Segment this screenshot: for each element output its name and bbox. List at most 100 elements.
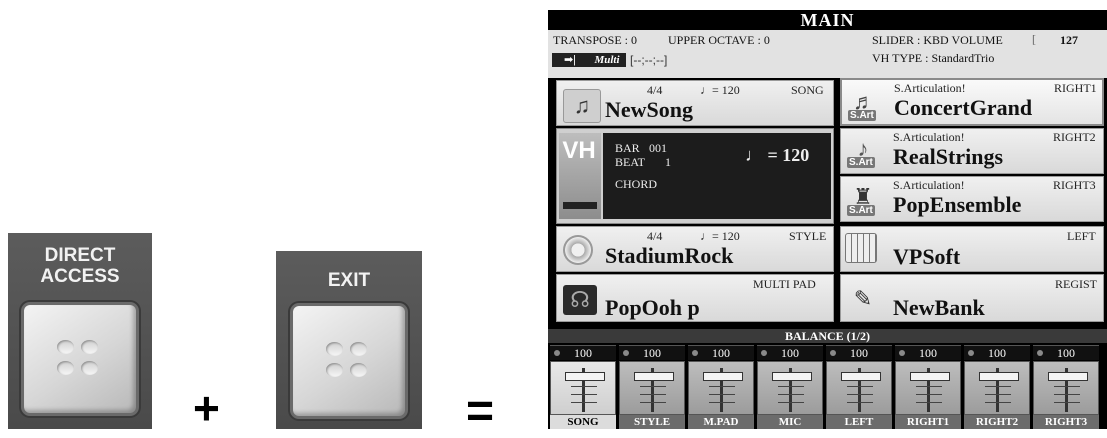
balance-label: RIGHT1 [895, 415, 961, 429]
balance-value: 100 [688, 345, 754, 360]
fader-knob[interactable] [841, 372, 881, 381]
balance-strip-song[interactable]: 100 SONG [550, 345, 618, 429]
fader-knob[interactable] [634, 372, 674, 381]
voice-name: RealStrings [893, 144, 1003, 169]
bar-value: 001 [649, 141, 667, 155]
balance-label: MIC [757, 415, 823, 429]
vh-level-bar [563, 202, 597, 209]
voice-panel-right3[interactable]: ♜ S.Art S.Articulation! RIGHT3 PopEnsemb… [840, 176, 1104, 222]
fader-knob[interactable] [565, 372, 605, 381]
exit-button[interactable] [293, 306, 405, 416]
direct-access-panel: DIRECT ACCESS [8, 233, 152, 429]
direct-access-button[interactable] [24, 305, 136, 413]
fader-knob[interactable] [1048, 372, 1088, 381]
balance-fader[interactable] [757, 361, 823, 415]
vocal-harmony-icon[interactable]: VH [559, 133, 601, 219]
fader-knob[interactable] [703, 372, 743, 381]
voice-part: RIGHT3 [1053, 178, 1096, 192]
button-dot-icon [326, 363, 343, 377]
balance-value: 100 [895, 345, 961, 360]
slider-divider: [ [1032, 32, 1036, 46]
balance-fader[interactable] [826, 361, 892, 415]
transpose-readout: TRANSPOSE : 0 [553, 33, 638, 47]
balance-strip-right1[interactable]: 100 RIGHT1 [895, 345, 963, 429]
balance-value: 100 [1033, 345, 1099, 360]
song-position-panel: VH BAR 001 BEAT 1 ♩ = 120 CHORD [556, 128, 834, 224]
song-position-display: BAR 001 BEAT 1 ♩ = 120 CHORD [603, 133, 831, 219]
beat-label: BEAT [615, 155, 645, 169]
button-dot-icon [350, 363, 367, 377]
slider-readout: SLIDER : KBD VOLUME [872, 33, 1003, 47]
voice-part: LEFT [1067, 229, 1096, 243]
equals-sign: = [466, 385, 495, 438]
button-dot-icon [350, 342, 367, 356]
style-panel[interactable]: 4/4 ♩= 120 STYLE StadiumRock [556, 226, 834, 272]
style-tag: STYLE [789, 229, 827, 243]
multi-arrow-icon: ➡| [552, 53, 588, 67]
led-icon [899, 350, 905, 356]
balance-value: 100 [619, 345, 685, 360]
balance-strip-left[interactable]: 100 LEFT [826, 345, 894, 429]
exit-panel: EXIT [276, 251, 422, 429]
position-tempo: ♩ = 120 [745, 145, 810, 165]
chord-label: CHORD [615, 177, 658, 191]
multipad-tag: MULTI PAD [753, 277, 816, 291]
registration-bank-icon: ✎ [853, 286, 873, 311]
song-tempo: ♩= 120 [700, 83, 740, 97]
led-icon [830, 350, 836, 356]
voice-articulation: S.Articulation! [893, 178, 965, 192]
led-icon [1037, 350, 1043, 356]
fader-knob[interactable] [772, 372, 812, 381]
voice-part: RIGHT1 [1054, 81, 1097, 95]
vh-type-readout: VH TYPE : StandardTrio [872, 51, 995, 65]
button-dot-icon [326, 342, 343, 356]
balance-strip-right3[interactable]: 100 RIGHT3 [1033, 345, 1101, 429]
voice-name: ConcertGrand [894, 95, 1033, 120]
balance-fader[interactable] [619, 361, 685, 415]
fader-knob[interactable] [979, 372, 1019, 381]
beat-value: 1 [665, 155, 671, 169]
registration-bank-name: NewBank [893, 295, 985, 320]
balance-fader[interactable] [964, 361, 1030, 415]
balance-fader[interactable] [895, 361, 961, 415]
direct-access-label-line2: ACCESS [40, 266, 120, 287]
bar-label: BAR [615, 141, 640, 155]
balance-value: 100 [826, 345, 892, 360]
balance-fader[interactable] [550, 361, 616, 415]
balance-strip-right2[interactable]: 100 RIGHT2 [964, 345, 1032, 429]
balance-strip-style[interactable]: 100 STYLE [619, 345, 687, 429]
balance-label: RIGHT3 [1033, 415, 1099, 429]
super-articulation-badge: S.Art [848, 110, 876, 121]
multipad-panel[interactable]: ☊ MULTI PAD PopOoh p [556, 274, 834, 322]
fader-knob[interactable] [910, 372, 950, 381]
led-icon [554, 350, 560, 356]
button-dot-icon [81, 340, 98, 354]
style-meter: 4/4 [647, 229, 663, 243]
song-tag: SONG [791, 83, 824, 97]
style-dial-icon [563, 235, 593, 265]
button-dot-icon [57, 340, 74, 354]
song-meter: 4/4 [647, 83, 663, 97]
balance-label: LEFT [826, 415, 892, 429]
song-name: NewSong [605, 97, 694, 122]
balance-label: RIGHT2 [964, 415, 1030, 429]
super-articulation-badge: S.Art [847, 157, 875, 168]
balance-fader[interactable] [1033, 361, 1099, 415]
balance-strip-mic[interactable]: 100 MIC [757, 345, 825, 429]
balance-fader[interactable] [688, 361, 754, 415]
led-icon [968, 350, 974, 356]
voice-panel-right1[interactable]: ♬ S.Art S.Articulation! RIGHT1 ConcertGr… [840, 78, 1104, 126]
balance-strip-mpad[interactable]: 100 M.PAD [688, 345, 756, 429]
fingering-mode-badge: Multi [588, 53, 626, 67]
upper-octave-readout: UPPER OCTAVE : 0 [668, 33, 770, 47]
super-articulation-badge: S.Art [847, 205, 875, 216]
song-panel[interactable]: ♫ 4/4 ♩= 120 SONG NewSong [556, 80, 834, 126]
voice-panel-left[interactable]: LEFT VPSoft [840, 226, 1104, 272]
balance-label: STYLE [619, 415, 685, 429]
slider-value: 127 [1060, 33, 1078, 47]
multipad-icon: ☊ [563, 285, 597, 315]
registration-panel[interactable]: ✎ REGIST NewBank [840, 274, 1104, 322]
fingering-readout: [--;--;--] [630, 53, 668, 67]
voice-part: RIGHT2 [1053, 130, 1096, 144]
voice-panel-right2[interactable]: ♪ S.Art S.Articulation! RIGHT2 RealStrin… [840, 128, 1104, 174]
